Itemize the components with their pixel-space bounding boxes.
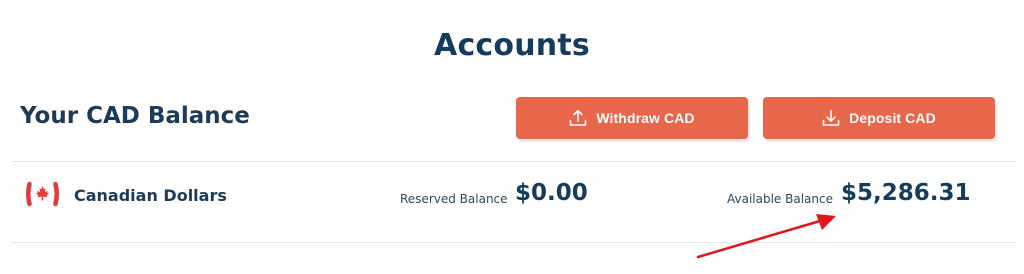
- accounts-page: Accounts Your CAD Balance Withdraw CAD D…: [0, 0, 1024, 274]
- account-row-cad[interactable]: Canadian Dollars Reserved Balance $0.00 …: [0, 162, 1024, 242]
- available-balance-label: Available Balance: [727, 192, 833, 206]
- withdraw-cad-label: Withdraw CAD: [596, 110, 695, 126]
- deposit-cad-label: Deposit CAD: [849, 110, 936, 126]
- page-title: Accounts: [434, 28, 590, 63]
- upload-icon: [569, 109, 587, 127]
- balance-section-title: Your CAD Balance: [20, 103, 250, 129]
- withdraw-cad-button[interactable]: Withdraw CAD: [516, 97, 748, 139]
- currency-name: Canadian Dollars: [74, 186, 227, 205]
- divider-bottom: [12, 242, 1016, 243]
- reserved-balance-value: $0.00: [515, 180, 588, 206]
- available-balance-value: $5,286.31: [841, 180, 971, 206]
- reserved-balance-label: Reserved Balance: [400, 192, 508, 206]
- annotation-arrow-icon: [696, 214, 836, 259]
- download-icon: [822, 109, 840, 127]
- canada-flag-icon: [26, 181, 59, 207]
- deposit-cad-button[interactable]: Deposit CAD: [763, 97, 995, 139]
